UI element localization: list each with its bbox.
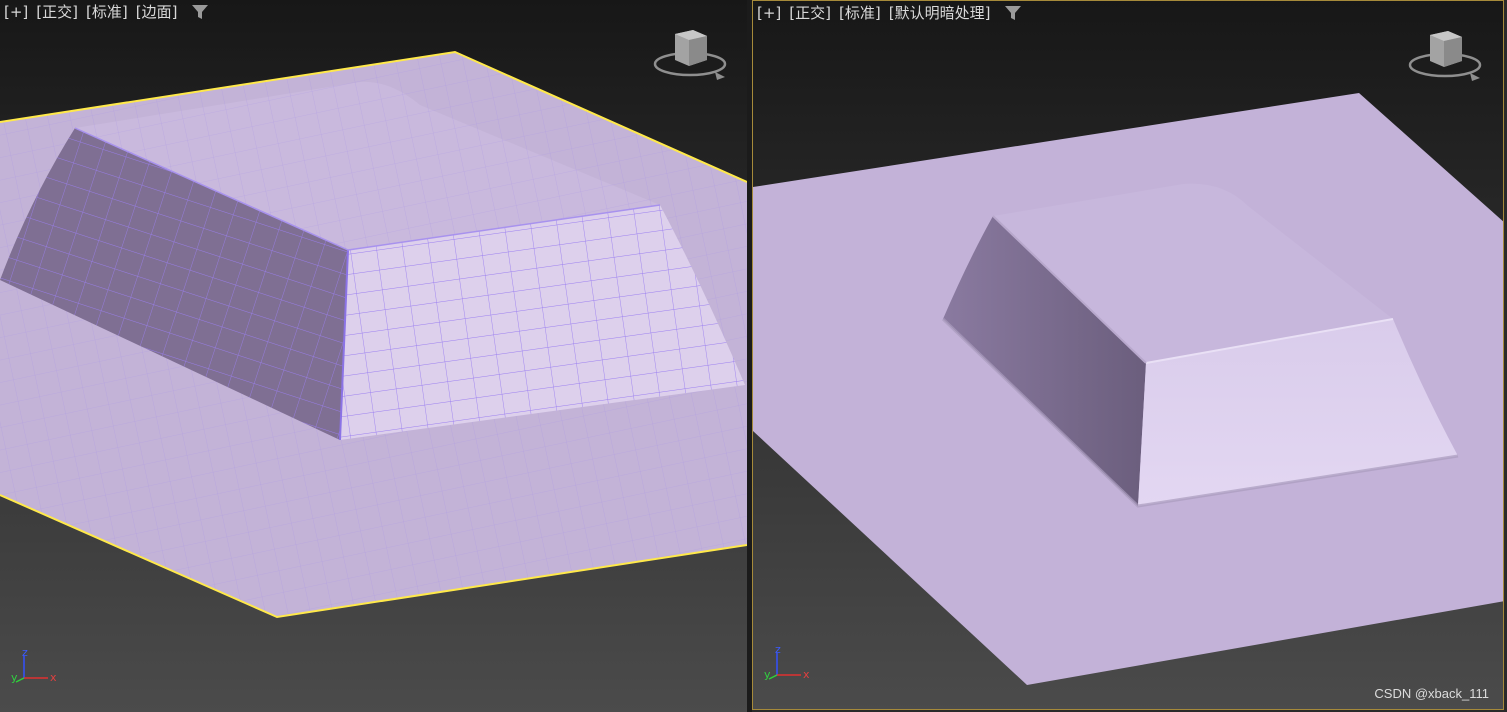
axis-y-label: y [764, 668, 771, 681]
viewport-right[interactable]: [+] [正交] [标准] [默认明暗处理] z x y CSDN @xback… [752, 0, 1504, 710]
viewport-right-label: [+] [正交] [标准] [默认明暗处理] [757, 4, 1022, 22]
filter-icon[interactable] [1004, 5, 1022, 21]
viewport-menu-shading[interactable]: [边面] [136, 3, 178, 21]
axis-z-label: z [22, 650, 28, 659]
viewport-menu-plus[interactable]: [+] [4, 3, 28, 21]
viewport-menu-view[interactable]: [正交] [36, 3, 78, 21]
viewport-left-label: [+] [正交] [标准] [边面] [4, 3, 209, 21]
viewport-menu-shading[interactable]: [默认明暗处理] [889, 4, 991, 22]
axis-x-label: x [803, 668, 810, 681]
watermark: CSDN @xback_111 [1374, 686, 1489, 701]
viewport-menu-view[interactable]: [正交] [789, 4, 831, 22]
viewcube-icon[interactable] [653, 28, 731, 83]
viewport-menu-plus[interactable]: [+] [757, 4, 781, 22]
axis-tripod-icon: z x y [11, 650, 57, 684]
viewport-left-scene[interactable] [0, 0, 747, 712]
filter-icon[interactable] [191, 4, 209, 20]
viewport-menu-standard[interactable]: [标准] [839, 4, 881, 22]
axis-y-label: y [11, 671, 18, 684]
viewport-right-scene[interactable] [753, 1, 1504, 710]
axis-tripod-icon: z x y [764, 647, 810, 681]
viewport-left[interactable]: [+] [正交] [标准] [边面] z x y [0, 0, 747, 712]
viewport-menu-standard[interactable]: [标准] [86, 3, 128, 21]
viewcube-icon[interactable] [1408, 29, 1486, 84]
axis-x-label: x [50, 671, 57, 684]
axis-z-label: z [775, 647, 781, 656]
